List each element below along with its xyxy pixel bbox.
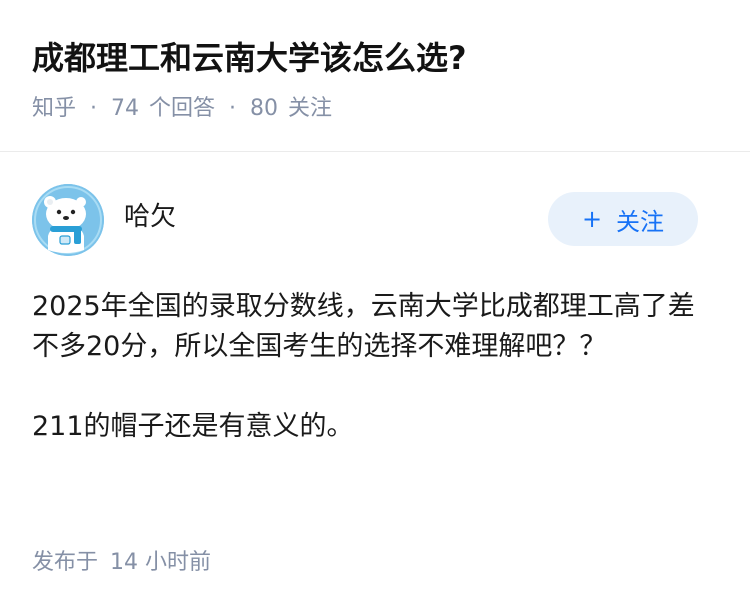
answer-paragraph: 211的帽子还是有意义的。 bbox=[32, 411, 354, 442]
publish-info: 发布于 14 小时前 bbox=[32, 547, 211, 579]
answer-paragraph: 2025年全国的录取分数线，云南大学比成都理工高了差不多20分，所以全国考生的选… bbox=[32, 291, 695, 362]
answer-page: 成都理工和云南大学该怎么选? 知乎 · 74 个回答 · 80 关注 哈欠 + … bbox=[0, 0, 750, 614]
source-label: 知乎 bbox=[32, 96, 77, 121]
separator-dot: · bbox=[229, 96, 237, 121]
published-time: 14 小时前 bbox=[110, 550, 212, 575]
author-name[interactable]: 哈欠 bbox=[124, 199, 176, 235]
follow-label: 关注 bbox=[616, 207, 665, 236]
question-meta: 知乎 · 74 个回答 · 80 关注 bbox=[32, 93, 332, 125]
question-title[interactable]: 成都理工和云南大学该怎么选? bbox=[32, 36, 467, 80]
answers-label[interactable]: 个回答 bbox=[149, 93, 215, 125]
answers-count: 74 bbox=[111, 96, 140, 121]
separator-dot: · bbox=[90, 96, 98, 121]
plus-icon: + bbox=[581, 205, 603, 233]
published-prefix: 发布于 bbox=[32, 550, 99, 575]
divider bbox=[0, 151, 750, 152]
answer-content: 2025年全国的录取分数线，云南大学比成都理工高了差不多20分，所以全国考生的选… bbox=[32, 287, 712, 447]
polar-bear-avatar-icon bbox=[32, 184, 104, 256]
followers-count: 80 bbox=[250, 96, 279, 121]
follow-button[interactable]: + 关注 bbox=[548, 192, 698, 246]
avatar[interactable] bbox=[32, 184, 104, 256]
followers-label[interactable]: 关注 bbox=[288, 93, 332, 125]
